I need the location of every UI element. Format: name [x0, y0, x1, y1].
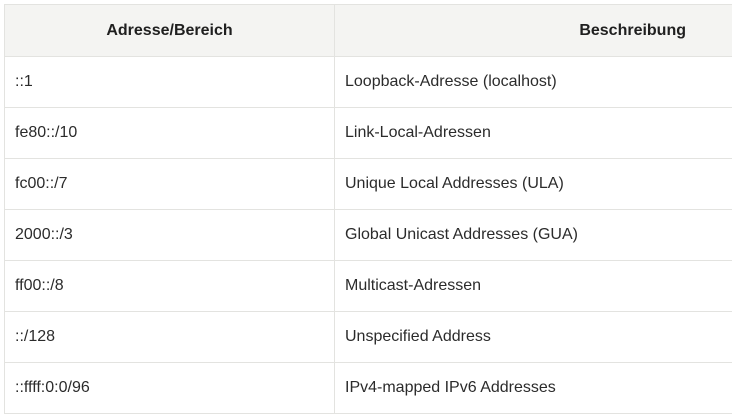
ipv6-address-table-container: Adresse/Bereich Beschreibung ::1 Loopbac… — [4, 4, 732, 414]
description-cell: Global Unicast Addresses (GUA) — [334, 209, 732, 261]
description-cell: Loopback-Adresse (localhost) — [334, 56, 732, 108]
ipv6-address-table: Adresse/Bereich Beschreibung ::1 Loopbac… — [4, 4, 732, 414]
description-cell: Multicast-Adressen — [334, 260, 732, 312]
column-header-description: Beschreibung — [334, 4, 732, 57]
header-row: Adresse/Bereich Beschreibung — [4, 4, 732, 57]
description-cell: Unique Local Addresses (ULA) — [334, 158, 732, 210]
table-row: ff00::/8 Multicast-Adressen — [4, 260, 732, 312]
description-cell: IPv4-mapped IPv6 Addresses — [334, 362, 732, 414]
table-row: 2000::/3 Global Unicast Addresses (GUA) — [4, 209, 732, 261]
table-row: ::/128 Unspecified Address — [4, 311, 732, 363]
table-row: ::ffff:0:0/96 IPv4-mapped IPv6 Addresses — [4, 362, 732, 414]
address-cell: 2000::/3 — [4, 209, 335, 261]
address-cell: fc00::/7 — [4, 158, 335, 210]
address-cell: ff00::/8 — [4, 260, 335, 312]
table-body: ::1 Loopback-Adresse (localhost) fe80::/… — [4, 56, 732, 414]
description-cell: Link-Local-Adressen — [334, 107, 732, 159]
column-header-address: Adresse/Bereich — [4, 4, 335, 57]
address-cell: ::1 — [4, 56, 335, 108]
address-cell: fe80::/10 — [4, 107, 335, 159]
address-cell: ::/128 — [4, 311, 335, 363]
table-row: fc00::/7 Unique Local Addresses (ULA) — [4, 158, 732, 210]
description-cell: Unspecified Address — [334, 311, 732, 363]
address-cell: ::ffff:0:0/96 — [4, 362, 335, 414]
table-row: fe80::/10 Link-Local-Adressen — [4, 107, 732, 159]
table-header: Adresse/Bereich Beschreibung — [4, 4, 732, 57]
table-row: ::1 Loopback-Adresse (localhost) — [4, 56, 732, 108]
